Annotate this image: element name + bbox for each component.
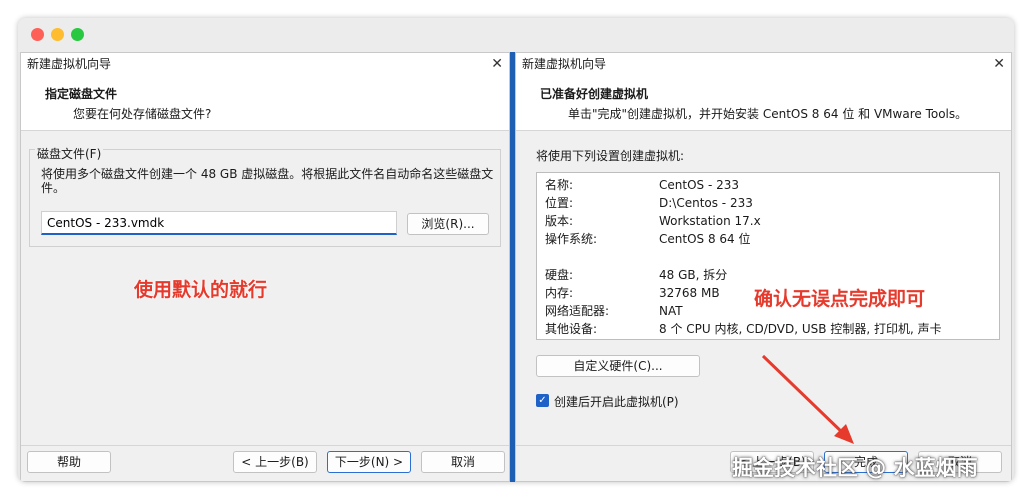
summary-row: 其他设备: 8 个 CPU 内核, CD/DVD, USB 控制器, 打印机, 声… bbox=[537, 320, 999, 338]
dialog-title: 新建虚拟机向导 bbox=[21, 53, 509, 75]
summary-value: D:\Centos - 233 bbox=[659, 196, 753, 210]
disk-file-group-label: 磁盘文件(F) bbox=[35, 145, 104, 162]
close-window-button[interactable] bbox=[31, 28, 44, 41]
cancel-button[interactable]: 取消 bbox=[421, 451, 505, 473]
summary-row: 版本: Workstation 17.x bbox=[537, 212, 999, 230]
summary-value: NAT bbox=[659, 304, 683, 318]
summary-row: 操作系统: CentOS 8 64 位 bbox=[537, 230, 999, 248]
next-button[interactable]: 下一步(N) > bbox=[327, 451, 411, 473]
annotation-confirm: 确认无误点完成即可 bbox=[754, 288, 926, 310]
back-button[interactable]: < 上一步(B) bbox=[233, 451, 317, 473]
summary-key: 其他设备: bbox=[545, 322, 598, 336]
dialog-header: 指定磁盘文件 您要在何处存储磁盘文件? bbox=[21, 75, 509, 131]
power-on-label[interactable]: 创建后开启此虚拟机(P) bbox=[554, 393, 679, 410]
summary-value: CentOS 8 64 位 bbox=[659, 232, 751, 246]
settings-summary: 名称: CentOS - 233 位置: D:\Centos - 233 版本: Wo… bbox=[536, 172, 1000, 340]
page-title: 已准备好创建虚拟机 bbox=[540, 87, 649, 101]
summary-row: 硬盘: 48 GB, 拆分 bbox=[537, 266, 999, 284]
summary-key: 位置: bbox=[545, 196, 574, 210]
summary-key: 内存: bbox=[545, 286, 574, 300]
help-button[interactable]: 帮助 bbox=[27, 451, 111, 473]
summary-value: 8 个 CPU 内核, CD/DVD, USB 控制器, 打印机, 声卡 bbox=[659, 322, 942, 336]
page-subtitle: 您要在何处存储磁盘文件? bbox=[73, 107, 212, 121]
summary-value: 48 GB, 拆分 bbox=[659, 268, 728, 282]
close-icon[interactable]: ✕ bbox=[993, 55, 1005, 73]
page-subtitle: 单击"完成"创建虚拟机，并开始安装 CentOS 8 64 位 和 VMware… bbox=[568, 107, 968, 121]
footer-divider bbox=[21, 445, 509, 446]
customize-hardware-button[interactable]: 自定义硬件(C)... bbox=[536, 355, 700, 377]
page-title: 指定磁盘文件 bbox=[45, 87, 118, 101]
dialog-header: 已准备好创建虚拟机 单击"完成"创建虚拟机，并开始安装 CentOS 8 64 … bbox=[516, 75, 1011, 131]
dialog-title: 新建虚拟机向导 bbox=[516, 53, 1011, 75]
settings-intro: 将使用下列设置创建虚拟机: bbox=[536, 149, 685, 163]
summary-key: 网络适配器: bbox=[545, 304, 610, 318]
wizard-dialog-ready: 新建虚拟机向导 ✕ 已准备好创建虚拟机 单击"完成"创建虚拟机，并开始安装 Ce… bbox=[515, 52, 1012, 482]
footer-divider bbox=[516, 445, 1011, 446]
window-titlebar bbox=[18, 18, 1014, 52]
power-on-checkbox[interactable]: ✓ bbox=[536, 394, 549, 407]
zoom-window-button[interactable] bbox=[71, 28, 84, 41]
summary-key: 版本: bbox=[545, 214, 574, 228]
summary-row: 位置: D:\Centos - 233 bbox=[537, 194, 999, 212]
disk-file-description: 将使用多个磁盘文件创建一个 48 GB 虚拟磁盘。将根据此文件名自动命名这些磁盘… bbox=[41, 167, 494, 195]
summary-value: Workstation 17.x bbox=[659, 214, 761, 228]
wizard-dialog-disk-file: 新建虚拟机向导 ✕ 指定磁盘文件 您要在何处存储磁盘文件? 磁盘文件(F) 将使… bbox=[20, 52, 510, 482]
browse-button[interactable]: 浏览(R)... bbox=[407, 213, 489, 235]
summary-value: 32768 MB bbox=[659, 286, 720, 300]
disk-file-input[interactable] bbox=[41, 211, 397, 235]
annotation-default: 使用默认的就行 bbox=[134, 279, 268, 301]
minimize-window-button[interactable] bbox=[51, 28, 64, 41]
watermark-text: 掘金技术社区 @ 水蓝烟雨 bbox=[732, 456, 978, 480]
summary-key: 名称: bbox=[545, 178, 574, 192]
summary-row: 名称: CentOS - 233 bbox=[537, 176, 999, 194]
app-window: 新建虚拟机向导 ✕ 指定磁盘文件 您要在何处存储磁盘文件? 磁盘文件(F) 将使… bbox=[18, 18, 1014, 482]
summary-key: 硬盘: bbox=[545, 268, 574, 282]
summary-key: 操作系统: bbox=[545, 232, 598, 246]
close-icon[interactable]: ✕ bbox=[491, 55, 503, 73]
summary-value: CentOS - 233 bbox=[659, 178, 739, 192]
